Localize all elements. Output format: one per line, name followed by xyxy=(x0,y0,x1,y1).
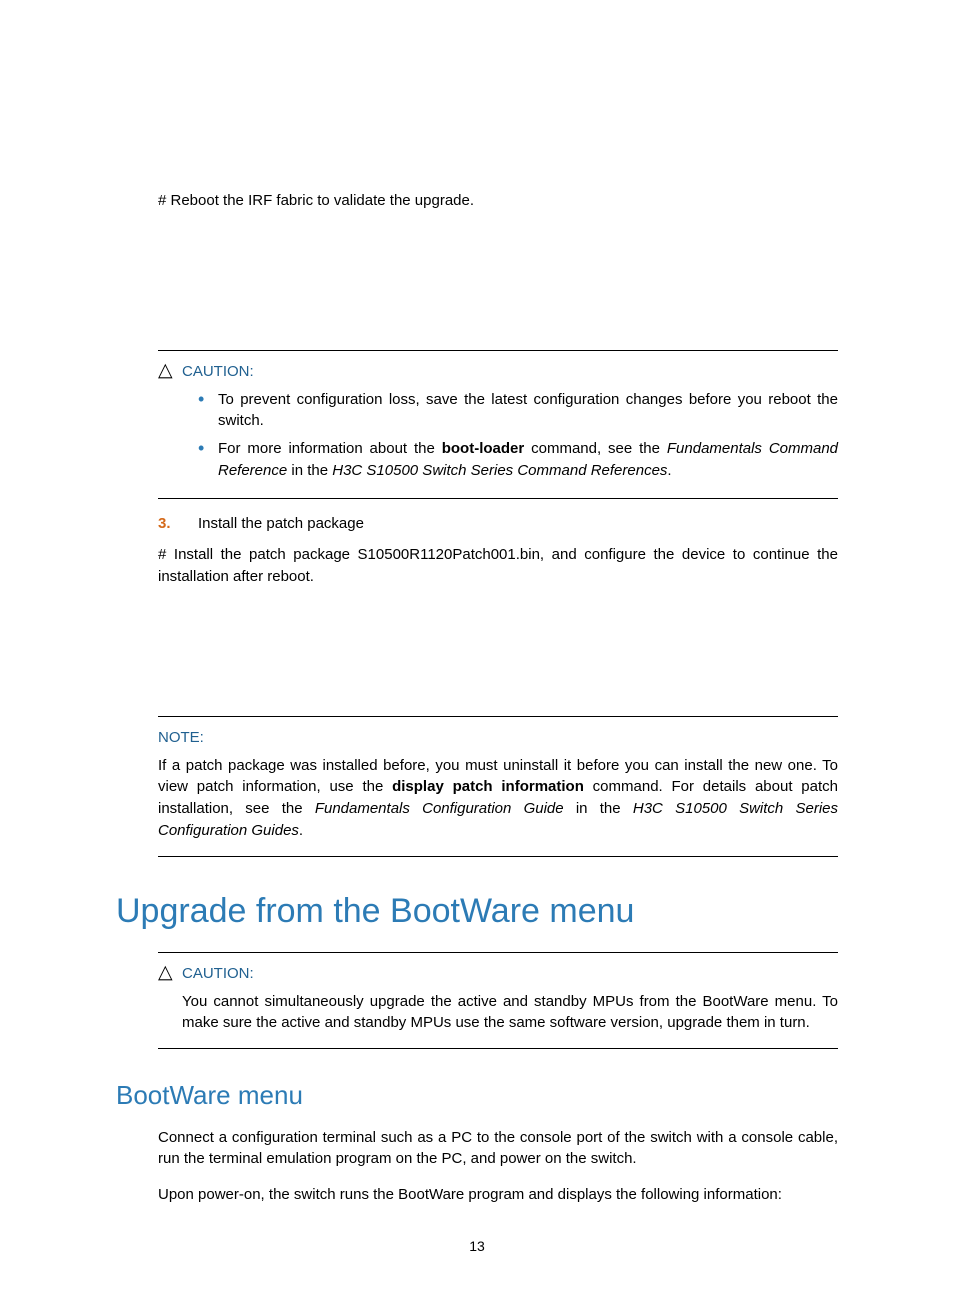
step-3: 3. Install the patch package xyxy=(158,513,838,535)
text-span: . xyxy=(299,822,303,839)
page-number: 13 xyxy=(0,1236,954,1256)
italic-text: H3C S10500 Switch Series Command Referen… xyxy=(332,462,667,479)
caution-item-2: For more information about the boot-load… xyxy=(182,438,838,482)
bold-text: display patch information xyxy=(392,778,584,795)
text-span: in the xyxy=(287,462,332,479)
caution-box-2: △ CAUTION: You cannot simultaneously upg… xyxy=(158,952,838,1049)
spacer xyxy=(116,226,838,336)
text-span: command, see the xyxy=(524,440,667,457)
warning-icon: △ xyxy=(158,361,182,381)
step-number: 3. xyxy=(158,513,198,535)
warning-icon: △ xyxy=(158,963,182,983)
heading-upgrade-bootware: Upgrade from the BootWare menu xyxy=(116,887,838,936)
text-span: . xyxy=(667,462,671,479)
step-title: Install the patch package xyxy=(198,513,364,535)
heading-bootware-menu: BootWare menu xyxy=(116,1077,838,1115)
step-3-body: # Install the patch package S10500R1120P… xyxy=(158,544,838,588)
note-label: NOTE: xyxy=(158,727,838,749)
reboot-instruction: # Reboot the IRF fabric to validate the … xyxy=(158,190,838,212)
bold-text: boot-loader xyxy=(442,440,525,457)
caution-item-1: To prevent configuration loss, save the … xyxy=(182,389,838,433)
bootware-paragraph-1: Connect a configuration terminal such as… xyxy=(158,1127,838,1171)
text-span: in the xyxy=(564,800,633,817)
note-box: NOTE: If a patch package was installed b… xyxy=(158,716,838,857)
italic-text: Fundamentals Configuration Guide xyxy=(315,800,564,817)
text-span: For more information about the xyxy=(218,440,442,457)
caution-label: CAUTION: xyxy=(182,963,838,985)
note-text: If a patch package was installed before,… xyxy=(158,755,838,842)
caution-box-1: △ CAUTION: To prevent configuration loss… xyxy=(158,350,838,499)
caution-list: To prevent configuration loss, save the … xyxy=(182,389,838,482)
document-page: # Reboot the IRF fabric to validate the … xyxy=(0,0,954,1296)
caution-label: CAUTION: xyxy=(182,361,838,383)
bootware-paragraph-2: Upon power-on, the switch runs the BootW… xyxy=(158,1184,838,1206)
caution-text: You cannot simultaneously upgrade the ac… xyxy=(182,991,838,1035)
spacer xyxy=(116,602,838,702)
